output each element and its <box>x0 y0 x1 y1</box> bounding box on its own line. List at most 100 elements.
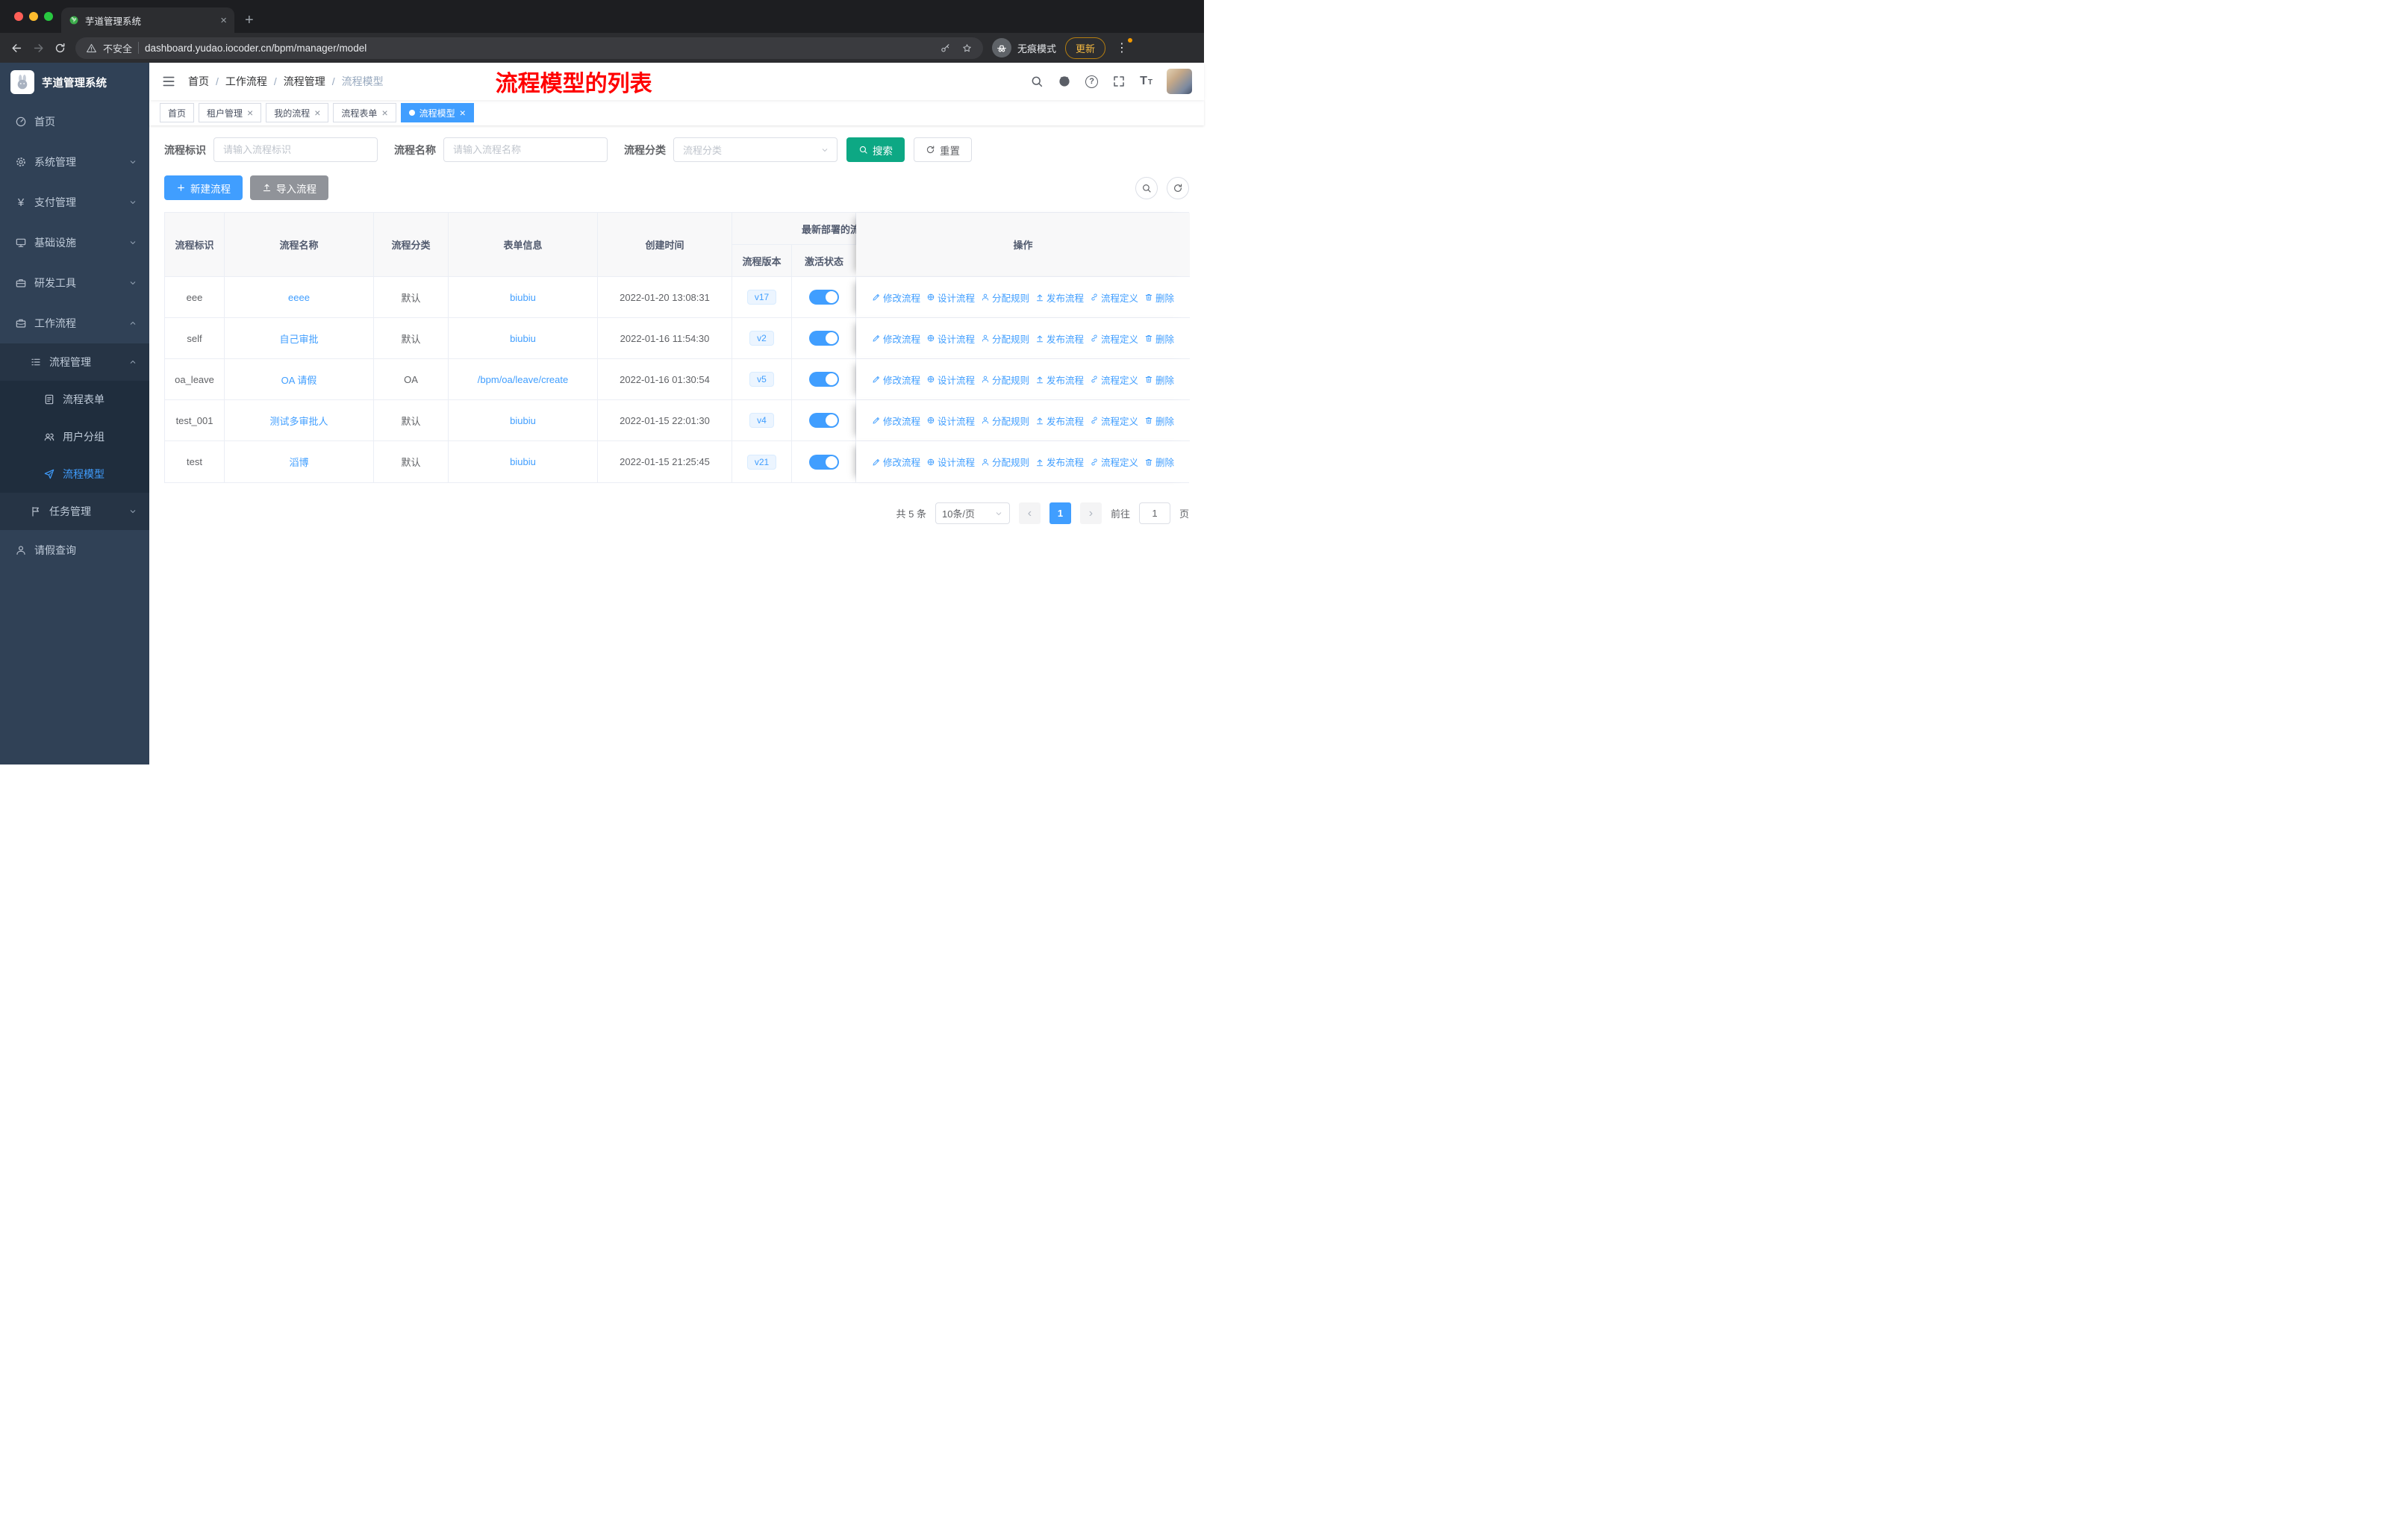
process-key-input[interactable] <box>213 137 378 162</box>
fullscreen-icon[interactable] <box>1112 75 1126 88</box>
sidebar-item-process-management[interactable]: 流程管理 <box>0 343 149 381</box>
delete-process-link[interactable]: 删除 <box>1144 373 1174 387</box>
assign-rule-link[interactable]: 分配规则 <box>981 414 1029 428</box>
page-number-button[interactable]: 1 <box>1049 502 1071 524</box>
publish-process-link[interactable]: 发布流程 <box>1035 290 1084 305</box>
window-minimize-button[interactable] <box>29 12 38 21</box>
process-name-link[interactable]: eeee <box>225 277 374 318</box>
create-process-button[interactable]: 新建流程 <box>164 175 243 200</box>
tag-process-model[interactable]: 流程模型 × <box>400 103 474 122</box>
process-name-input[interactable] <box>443 137 608 162</box>
edit-process-link[interactable]: 修改流程 <box>872 414 920 428</box>
hamburger-icon[interactable] <box>161 74 176 89</box>
sidebar-item-payment-management[interactable]: ¥ 支付管理 <box>0 182 149 222</box>
prev-page-button[interactable]: ‹ <box>1018 502 1041 524</box>
goto-page-input[interactable] <box>1138 502 1170 524</box>
sidebar-item-task-management[interactable]: 任务管理 <box>0 493 149 530</box>
font-size-icon[interactable] <box>1140 75 1152 88</box>
design-process-link[interactable]: 设计流程 <box>926 455 975 469</box>
active-toggle[interactable] <box>808 290 839 305</box>
form-info-link[interactable]: biubiu <box>449 400 598 441</box>
tag-my-process[interactable]: 我的流程 × <box>266 103 329 122</box>
active-toggle[interactable] <box>808 372 839 387</box>
active-toggle[interactable] <box>808 331 839 346</box>
category-select[interactable]: 流程分类 <box>673 137 838 162</box>
edit-process-link[interactable]: 修改流程 <box>872 455 920 469</box>
assign-rule-link[interactable]: 分配规则 <box>981 373 1029 387</box>
bookmark-star-icon[interactable] <box>961 43 973 54</box>
process-definition-link[interactable]: 流程定义 <box>1090 331 1138 346</box>
process-name-link[interactable]: 滔博 <box>225 441 374 482</box>
update-button[interactable]: 更新 <box>1065 37 1106 59</box>
process-definition-link[interactable]: 流程定义 <box>1090 455 1138 469</box>
process-definition-link[interactable]: 流程定义 <box>1090 290 1138 305</box>
browser-menu-icon[interactable]: ⋮ <box>1114 38 1133 55</box>
process-name-link[interactable]: OA 请假 <box>225 359 374 400</box>
delete-process-link[interactable]: 删除 <box>1144 414 1174 428</box>
browser-tab[interactable]: 芋道管理系统 × <box>61 7 234 33</box>
tag-tenant-management[interactable]: 租户管理 × <box>199 103 262 122</box>
edit-process-link[interactable]: 修改流程 <box>872 373 920 387</box>
search-icon[interactable] <box>1030 75 1044 88</box>
publish-process-link[interactable]: 发布流程 <box>1035 373 1084 387</box>
assign-rule-link[interactable]: 分配规则 <box>981 455 1029 469</box>
process-name-link[interactable]: 测试多审批人 <box>225 400 374 441</box>
delete-process-link[interactable]: 删除 <box>1144 331 1174 346</box>
form-info-link[interactable]: biubiu <box>449 318 598 359</box>
tag-process-form[interactable]: 流程表单 × <box>333 103 396 122</box>
url-bar[interactable]: 不安全 dashboard.yudao.iocoder.cn/bpm/manag… <box>75 37 983 59</box>
form-info-link[interactable]: biubiu <box>449 441 598 482</box>
reload-icon[interactable] <box>54 42 66 55</box>
toggle-search-button[interactable] <box>1135 176 1158 199</box>
sidebar-item-leave-query[interactable]: 请假查询 <box>0 530 149 570</box>
tag-close-icon[interactable]: × <box>314 108 320 118</box>
edit-process-link[interactable]: 修改流程 <box>872 331 920 346</box>
tag-home[interactable]: 首页 <box>160 103 195 122</box>
back-icon[interactable] <box>10 42 23 55</box>
sidebar-item-process-form[interactable]: 流程表单 <box>0 381 149 418</box>
import-process-button[interactable]: 导入流程 <box>250 175 328 200</box>
active-toggle[interactable] <box>808 413 839 428</box>
sidebar-item-home[interactable]: 首页 <box>0 102 149 142</box>
app-logo[interactable]: 芋道管理系统 <box>0 63 149 102</box>
github-icon[interactable] <box>1058 75 1071 88</box>
password-key-icon[interactable] <box>940 43 951 54</box>
sidebar-item-user-group[interactable]: 用户分组 <box>0 418 149 455</box>
reset-button[interactable]: 重置 <box>914 137 972 162</box>
assign-rule-link[interactable]: 分配规则 <box>981 331 1029 346</box>
next-page-button[interactable]: › <box>1079 502 1102 524</box>
active-toggle[interactable] <box>808 454 839 470</box>
breadcrumb-item-process-management[interactable]: 流程管理 <box>267 74 325 89</box>
sidebar-item-workflow[interactable]: 工作流程 <box>0 303 149 343</box>
delete-process-link[interactable]: 删除 <box>1144 290 1174 305</box>
window-zoom-button[interactable] <box>44 12 53 21</box>
help-icon[interactable] <box>1085 75 1099 88</box>
tag-close-icon[interactable]: × <box>247 108 253 118</box>
delete-process-link[interactable]: 删除 <box>1144 455 1174 469</box>
url-text[interactable]: dashboard.yudao.iocoder.cn/bpm/manager/m… <box>145 43 934 54</box>
forward-icon[interactable] <box>32 42 45 55</box>
publish-process-link[interactable]: 发布流程 <box>1035 455 1084 469</box>
search-button[interactable]: 搜索 <box>846 137 905 162</box>
tag-close-icon[interactable]: × <box>460 108 466 118</box>
sidebar-item-system-management[interactable]: 系统管理 <box>0 142 149 182</box>
form-info-link[interactable]: /bpm/oa/leave/create <box>449 359 598 400</box>
breadcrumb-item-home[interactable]: 首页 <box>188 74 209 89</box>
design-process-link[interactable]: 设计流程 <box>926 290 975 305</box>
new-tab-button[interactable]: + <box>245 13 254 28</box>
design-process-link[interactable]: 设计流程 <box>926 373 975 387</box>
breadcrumb-item-workflow[interactable]: 工作流程 <box>209 74 267 89</box>
tag-close-icon[interactable]: × <box>381 108 387 118</box>
process-definition-link[interactable]: 流程定义 <box>1090 373 1138 387</box>
edit-process-link[interactable]: 修改流程 <box>872 290 920 305</box>
page-size-select[interactable]: 10条/页 <box>935 502 1010 524</box>
publish-process-link[interactable]: 发布流程 <box>1035 331 1084 346</box>
design-process-link[interactable]: 设计流程 <box>926 414 975 428</box>
sidebar-item-dev-tools[interactable]: 研发工具 <box>0 263 149 303</box>
user-avatar[interactable] <box>1167 69 1192 94</box>
design-process-link[interactable]: 设计流程 <box>926 331 975 346</box>
window-close-button[interactable] <box>14 12 23 21</box>
form-info-link[interactable]: biubiu <box>449 277 598 318</box>
process-definition-link[interactable]: 流程定义 <box>1090 414 1138 428</box>
publish-process-link[interactable]: 发布流程 <box>1035 414 1084 428</box>
